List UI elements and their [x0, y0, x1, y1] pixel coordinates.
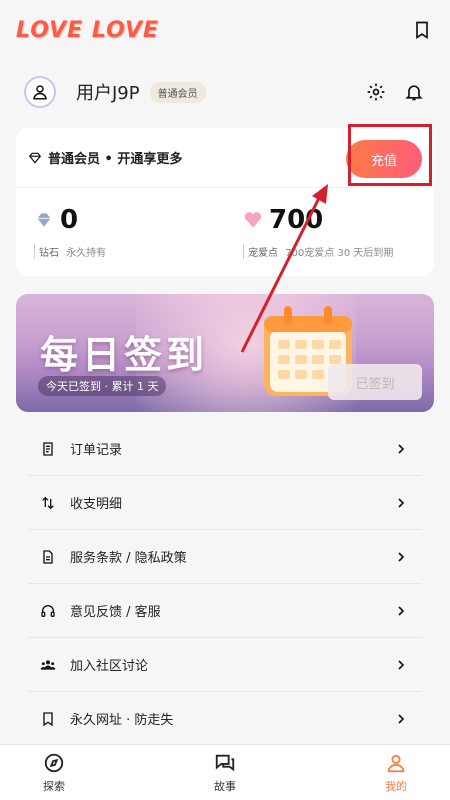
menu-item-terms[interactable]: 服务条款 / 隐私政策 [28, 530, 422, 584]
signed-in-button[interactable]: 已签到 [328, 364, 422, 400]
chevron-right-icon [398, 551, 405, 562]
menu-item-label: 永久网址 · 防走失 [70, 713, 174, 728]
points-note: 700宠爱点 30 天后到期 [285, 248, 394, 259]
member-badge: 普通会员 [149, 81, 206, 103]
person-icon [387, 754, 405, 772]
tab-label: 探索 [43, 779, 65, 793]
avatar-user-icon [33, 85, 47, 100]
app-logo: LOVE LOVE [16, 17, 160, 43]
member-tier-text: 普通会员 • 开通享更多 [48, 152, 183, 167]
bookmark-icon [40, 711, 56, 727]
gear-icon[interactable] [364, 80, 388, 104]
banner-title: 每日签到 [40, 333, 209, 377]
menu-item-label: 加入社区讨论 [70, 659, 149, 674]
bookmark-icon[interactable] [410, 18, 434, 42]
tab-label: 故事 [214, 779, 236, 793]
menu-item-community[interactable]: 加入社区讨论 [28, 638, 422, 692]
annotation-highlight-box [348, 124, 432, 186]
chevron-right-icon [398, 659, 405, 670]
menu-item-permanent-url[interactable]: 永久网址 · 防走失 [28, 692, 422, 746]
tab-stories[interactable]: 故事 [195, 745, 255, 800]
menu-item-label: 订单记录 [70, 443, 123, 458]
diamond-value: 0 [60, 205, 79, 235]
points-value: 700 [269, 205, 324, 235]
checkin-summary: 今天已签到 · 累计 1 天 [38, 376, 167, 396]
tab-label: 我的 [385, 779, 407, 793]
user-row: 用户J9P 普通会员 [0, 72, 450, 112]
diamond-outline-icon [28, 152, 42, 164]
community-icon [40, 657, 56, 673]
compass-icon [44, 753, 64, 772]
menu-item-label: 意见反馈 / 客服 [70, 605, 161, 620]
chevron-right-icon [398, 713, 405, 724]
chevron-right-icon [398, 605, 405, 616]
tab-mine[interactable]: 我的 [366, 745, 426, 800]
top-bar: LOVE LOVE [0, 0, 450, 60]
menu-item-transactions[interactable]: 收支明细 [28, 476, 422, 530]
menu-item-label: 收支明细 [70, 497, 123, 512]
menu-item-feedback[interactable]: 意见反馈 / 客服 [28, 584, 422, 638]
heart-gem-icon [244, 212, 262, 228]
swap-arrows-icon [40, 495, 56, 511]
avatar[interactable] [24, 76, 56, 108]
username: 用户J9P [76, 83, 140, 104]
diamond-balance[interactable]: 0 钻石 永久持有 [16, 202, 225, 266]
menu-item-label: 服务条款 / 隐私政策 [70, 551, 187, 566]
points-label: 宠爱点 [248, 248, 278, 259]
settings-menu: 订单记录 收支明细 服务条款 / 隐私政策 意见反馈 / 客服 加入社区讨论 永 [28, 422, 422, 746]
menu-item-orders[interactable]: 订单记录 [28, 422, 422, 476]
bell-icon[interactable] [402, 80, 426, 104]
balance-stats: 0 钻石 永久持有 700 宠爱点 700宠爱点 30 天后到期 [16, 202, 434, 266]
chevron-right-icon [398, 497, 405, 508]
tab-explore[interactable]: 探索 [24, 745, 84, 800]
diamond-icon [37, 213, 51, 227]
receipt-icon [40, 441, 56, 457]
chevron-right-icon [398, 443, 405, 454]
diamond-label: 钻石 [39, 248, 59, 259]
chat-bubbles-icon [215, 754, 235, 771]
diamond-note: 永久持有 [66, 248, 107, 259]
headset-icon [40, 603, 56, 619]
document-icon [40, 549, 56, 565]
bottom-nav: 探索 故事 我的 [0, 744, 450, 800]
points-balance[interactable]: 700 宠爱点 700宠爱点 30 天后到期 [225, 202, 434, 266]
